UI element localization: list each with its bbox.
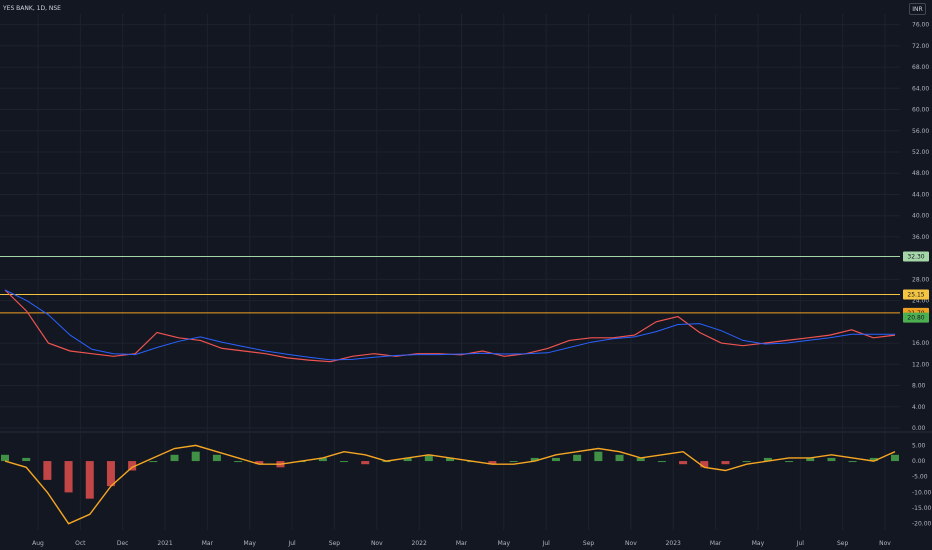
price-label: 20.80	[907, 315, 924, 322]
histogram-bar	[149, 461, 158, 463]
x-axis-ticks: Aug Oct Dec 2021 Mar May Jul Sep Nov 2022 Mar May Ju…	[32, 540, 891, 547]
histogram-bar	[891, 454, 899, 462]
x-tick-label: Nov	[625, 540, 637, 547]
x-tick-label: 2022	[412, 540, 427, 547]
y-tick-label: 44.00	[912, 191, 929, 198]
histogram-bar	[43, 461, 52, 480]
osc-y-tick-label: -5.00	[912, 474, 928, 481]
x-tick-label: Nov	[879, 540, 891, 547]
y-tick-label: 56.00	[912, 128, 929, 135]
price-label: 32.30	[907, 254, 924, 261]
y-tick-label: 4.00	[912, 404, 926, 411]
histogram-bar	[85, 461, 94, 499]
y-tick-label: 64.00	[912, 85, 929, 92]
histogram-bar	[551, 457, 560, 462]
x-tick-label: Mar	[202, 540, 214, 547]
histogram-bar	[848, 461, 857, 463]
y-tick-label: 48.00	[912, 170, 929, 177]
histogram-bar	[212, 454, 221, 462]
x-tick-label: Oct	[75, 540, 86, 547]
x-tick-label: Jul	[287, 540, 296, 547]
price-chart: 76.00 72.00 68.00 64.00 60.00 56.00 52.00 48.00…	[0, 14, 932, 547]
histogram-bar	[657, 461, 666, 463]
x-tick-label: Jul	[542, 540, 551, 547]
x-tick-label: Sep	[837, 540, 849, 547]
histogram-bar	[340, 461, 349, 463]
osc-y-tick-label: 5.00	[912, 442, 926, 449]
histogram-bar	[22, 457, 31, 462]
histogram-bar	[573, 454, 582, 462]
histogram-bar	[361, 461, 370, 465]
y-tick-label: 36.00	[912, 234, 929, 241]
y-tick-label: 16.00	[912, 340, 929, 347]
histogram-bar	[827, 457, 836, 462]
x-tick-label: May	[752, 540, 765, 547]
x-tick-label: Jul	[796, 540, 805, 547]
histogram-bar	[785, 461, 794, 463]
osc-y-tick-label: -20.00	[912, 521, 932, 528]
histogram-bar	[742, 461, 751, 463]
x-tick-label: Nov	[371, 540, 383, 547]
histogram-bar	[594, 451, 603, 462]
histogram-bar	[509, 461, 518, 463]
histogram-bar	[64, 461, 73, 493]
y-tick-label: 60.00	[912, 107, 929, 114]
y-tick-label: 52.00	[912, 149, 929, 156]
histogram-bar	[679, 461, 688, 465]
price-labels: 32.3025.1521.7020.80	[903, 251, 929, 323]
x-tick-label: Sep	[583, 540, 595, 547]
x-tick-label: Dec	[117, 540, 129, 547]
histogram-bar	[170, 454, 179, 462]
oscillator-signal-line	[4, 444, 896, 525]
y-tick-label: 40.00	[912, 213, 929, 220]
histogram-bar	[191, 451, 200, 462]
histogram-bar	[721, 461, 730, 465]
x-tick-label: Sep	[329, 540, 341, 547]
histogram-bar	[615, 454, 624, 462]
x-tick-label: Mar	[710, 540, 722, 547]
oscillator-histogram	[1, 451, 899, 499]
x-tick-label: Mar	[456, 540, 468, 547]
y-tick-label: 8.00	[912, 383, 926, 390]
histogram-bar	[106, 461, 115, 487]
price-label: 25.15	[907, 292, 924, 299]
y-tick-label: 72.00	[912, 43, 929, 50]
y-axis-ticks: 76.00 72.00 68.00 64.00 60.00 56.00 52.00 48.00…	[912, 22, 932, 528]
horizontal-levels	[0, 256, 900, 314]
y-tick-label: 76.00	[912, 22, 929, 29]
osc-y-tick-label: 0.00	[912, 458, 926, 465]
histogram-bar	[700, 461, 709, 468]
y-tick-label: 12.00	[912, 361, 929, 368]
x-tick-label: Aug	[32, 540, 44, 547]
histogram-bar	[234, 461, 243, 463]
x-tick-label: 2023	[666, 540, 681, 547]
y-tick-label: 68.00	[912, 64, 929, 71]
y-tick-label: 0.00	[912, 425, 926, 432]
grid	[0, 14, 932, 530]
osc-y-tick-label: -10.00	[912, 489, 932, 496]
x-tick-label: 2021	[157, 540, 172, 547]
x-tick-label: May	[244, 540, 257, 547]
y-tick-label: 28.00	[912, 276, 929, 283]
histogram-bar	[1, 454, 9, 462]
x-tick-label: May	[498, 540, 511, 547]
osc-y-tick-label: -15.00	[912, 505, 932, 512]
